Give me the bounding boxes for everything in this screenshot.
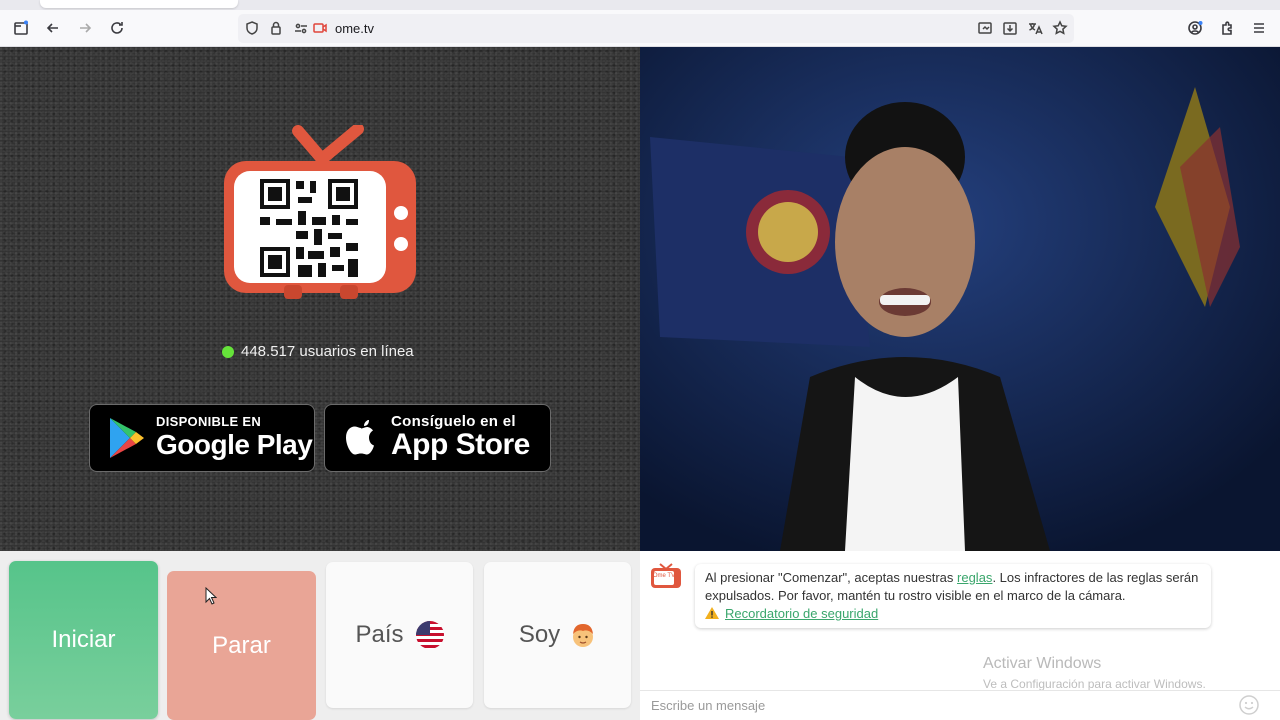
windows-activation-subtitle: Ve a Configuración para activar Windows.	[983, 677, 1206, 691]
stop-button-label: Parar	[212, 631, 271, 659]
stop-button[interactable]: Parar	[167, 571, 316, 720]
tab-strip	[0, 0, 1280, 10]
screenshot-icon[interactable]	[977, 20, 993, 36]
app-store-small-text: Consíguelo en el	[391, 413, 516, 430]
self-webcam-video	[640, 47, 1280, 551]
emoji-picker-icon[interactable]	[1238, 694, 1260, 716]
translate-icon[interactable]	[1027, 20, 1043, 36]
safety-reminder-link[interactable]: Recordatorio de seguridad	[725, 606, 878, 621]
boy-face-icon	[573, 624, 594, 647]
google-play-big-text: Google Play	[156, 429, 313, 460]
system-notice: Al presionar "Comenzar", aceptas nuestra…	[695, 564, 1211, 628]
permissions-icon[interactable]	[293, 20, 309, 36]
us-flag-icon	[415, 621, 444, 649]
gender-selector[interactable]: Soy	[484, 562, 631, 708]
rules-link[interactable]: reglas	[957, 570, 992, 585]
shield-icon[interactable]	[244, 20, 260, 36]
ometv-qr-logo	[224, 125, 416, 299]
start-button[interactable]: Iniciar	[9, 561, 158, 719]
app-store-big-text: App Store	[391, 428, 530, 461]
country-label: País	[355, 621, 404, 648]
ometv-badge-icon: Ome TV	[651, 563, 681, 588]
sidebar-icon[interactable]	[8, 16, 34, 40]
menu-icon[interactable]	[1246, 16, 1272, 40]
webcam-image	[640, 47, 1280, 551]
warning-icon	[705, 607, 719, 619]
google-play-small-text: DISPONIBLE EN	[156, 414, 262, 429]
ometv-badge-text: Ome TV	[653, 573, 675, 579]
chat-panel: Ome TV Al presionar "Comenzar", aceptas …	[640, 551, 1280, 720]
app-store-button[interactable]: Consíguelo en el App Store	[324, 404, 551, 472]
start-button-label: Iniciar	[51, 626, 116, 653]
download-icon[interactable]	[1002, 20, 1018, 36]
online-status-dot	[222, 345, 234, 358]
forward-icon[interactable]	[72, 16, 98, 40]
message-input[interactable]	[640, 690, 1280, 720]
online-users-counter: 448.517 usuarios en línea	[222, 343, 414, 360]
back-icon[interactable]	[40, 16, 66, 40]
active-tab[interactable]	[40, 0, 238, 8]
browser-toolbar: ome.tv	[0, 10, 1280, 47]
control-bar: Iniciar Parar País Soy	[0, 551, 640, 720]
url-text: ome.tv	[335, 21, 375, 36]
country-selector[interactable]: País	[326, 562, 473, 708]
google-play-button[interactable]: DISPONIBLE EN Google Play	[89, 404, 315, 472]
apple-icon	[346, 420, 374, 455]
notice-text-start: Al presionar "Comenzar", aceptas nuestra…	[705, 570, 958, 585]
extensions-icon[interactable]	[1214, 16, 1240, 40]
reload-icon[interactable]	[104, 16, 130, 40]
google-play-icon	[110, 418, 144, 458]
bookmark-star-icon[interactable]	[1052, 20, 1068, 36]
mouse-cursor-icon	[205, 587, 217, 605]
address-bar[interactable]: ome.tv	[238, 14, 1074, 43]
camera-icon[interactable]	[312, 20, 328, 36]
windows-activation-title: Activar Windows	[983, 655, 1102, 672]
gender-label: Soy	[518, 621, 561, 648]
partner-video-placeholder: 448.517 usuarios en línea DISPONIBLE EN …	[0, 47, 640, 551]
lock-icon[interactable]	[268, 20, 284, 36]
account-icon[interactable]	[1182, 16, 1208, 40]
online-users-text: 448.517 usuarios en línea	[241, 343, 414, 360]
